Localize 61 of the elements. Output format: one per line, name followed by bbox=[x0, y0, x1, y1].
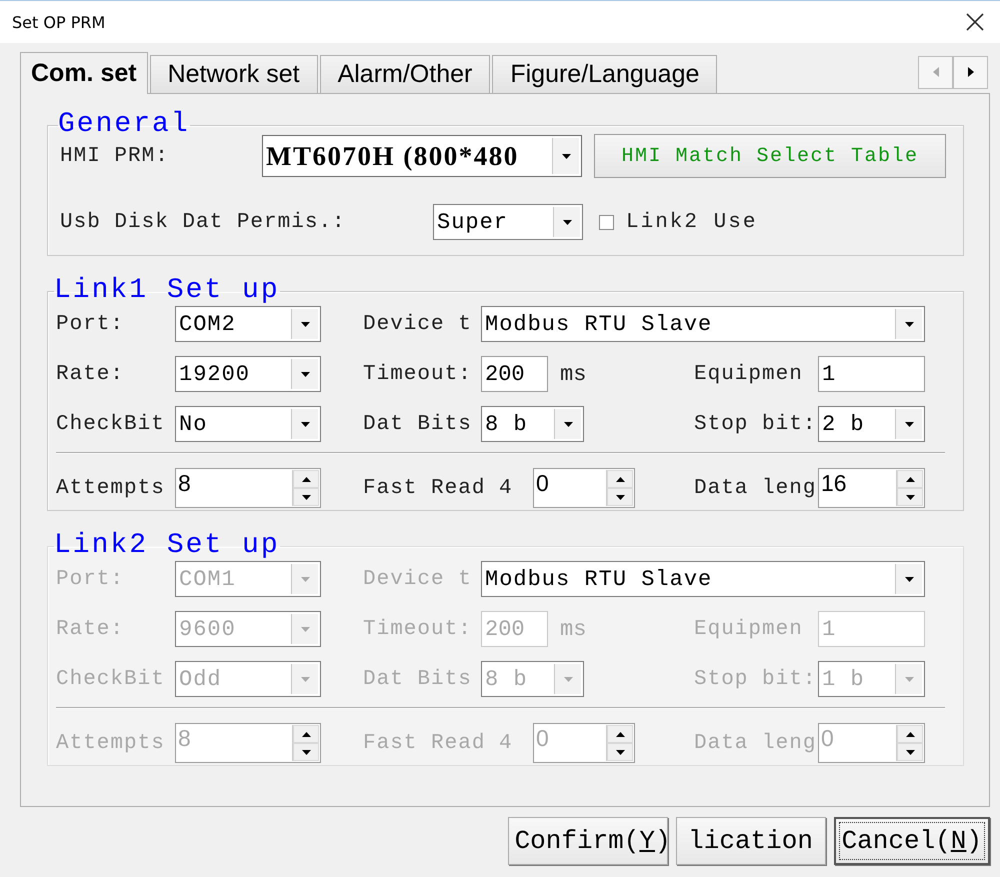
tab[interactable]: Figure/Language bbox=[492, 55, 718, 93]
field-label: Device t bbox=[363, 312, 473, 336]
spin-up-icon[interactable] bbox=[293, 470, 319, 488]
field-label: HMI PRM: bbox=[60, 144, 170, 168]
field-label: Device t bbox=[363, 568, 473, 590]
field-label: CheckBit bbox=[56, 412, 166, 436]
dropdown[interactable]: 2 b bbox=[818, 406, 925, 442]
spin-down-icon[interactable] bbox=[607, 488, 633, 506]
dropdown[interactable]: MT6070H (800*480 bbox=[262, 135, 582, 177]
field-label: Attempts bbox=[56, 732, 166, 754]
field-label: Rate: bbox=[56, 362, 126, 386]
dialog-button[interactable]: Confirm(Y) bbox=[508, 817, 668, 865]
unit-label: ms bbox=[560, 616, 586, 642]
field-label: Usb Disk Dat Permis.: bbox=[60, 210, 347, 234]
field-label: Equipmen bbox=[694, 618, 804, 640]
field-label: Port: bbox=[56, 312, 126, 336]
spin-up-icon[interactable] bbox=[607, 470, 633, 488]
dropdown[interactable]: COM2 bbox=[175, 306, 321, 342]
group-title: Link1 Set up bbox=[54, 276, 280, 306]
field-label: Fast Read 4 bbox=[363, 476, 514, 500]
spin-down-icon[interactable] bbox=[897, 488, 923, 506]
dropdown[interactable]: No bbox=[175, 406, 321, 442]
dropdown[interactable]: 19200 bbox=[175, 356, 321, 392]
field-label: Data leng bbox=[694, 476, 818, 500]
unit-label: ms bbox=[560, 362, 586, 386]
field-label: Port: bbox=[56, 568, 126, 590]
field-label: Equipmen bbox=[694, 362, 804, 386]
dropdown[interactable]: 8 b bbox=[481, 406, 584, 442]
scroll-right-button[interactable] bbox=[953, 56, 988, 88]
dialog-button[interactable]: lication bbox=[676, 817, 826, 865]
spin-box[interactable]: 16 bbox=[818, 468, 925, 508]
spin-box[interactable]: 0 bbox=[533, 468, 635, 508]
field-label: Stop bit: bbox=[694, 412, 818, 436]
field-label: Attempts bbox=[56, 476, 166, 500]
spin-box[interactable]: 8 bbox=[175, 468, 321, 508]
tab[interactable]: Alarm/Other bbox=[320, 55, 490, 93]
dropdown[interactable]: Modbus RTU Slave bbox=[481, 306, 925, 342]
close-icon[interactable] bbox=[966, 13, 984, 31]
group-title: Link2 Set up bbox=[54, 531, 280, 561]
right-arrow-icon[interactable] bbox=[968, 67, 974, 77]
checkbox-label: Link2 Use bbox=[626, 210, 758, 234]
tab[interactable]: Com. set bbox=[20, 52, 148, 94]
field-label: CheckBit bbox=[56, 668, 166, 690]
checkbox[interactable] bbox=[599, 214, 614, 230]
group-title: General bbox=[58, 110, 190, 140]
input-field[interactable]: 1 bbox=[818, 356, 925, 392]
field-label: Stop bit: bbox=[694, 668, 818, 690]
input-field[interactable]: 200 bbox=[481, 356, 548, 392]
field-label: Dat Bits bbox=[363, 668, 473, 690]
field-label: Rate: bbox=[56, 618, 126, 640]
field-label: Fast Read 4 bbox=[363, 732, 514, 754]
field-label: Dat Bits bbox=[363, 412, 473, 436]
window-title: Set OP PRM bbox=[12, 12, 106, 32]
spin-up-icon[interactable] bbox=[897, 470, 923, 488]
field-label: Data leng bbox=[694, 732, 818, 754]
tab[interactable]: Network set bbox=[150, 55, 318, 93]
field-label: Timeout: bbox=[363, 618, 473, 640]
dialog-button[interactable]: Cancel(N) bbox=[834, 817, 990, 865]
spin-down-icon[interactable] bbox=[293, 488, 319, 506]
dropdown[interactable]: Super bbox=[433, 204, 583, 240]
field-label: Timeout: bbox=[363, 362, 473, 386]
